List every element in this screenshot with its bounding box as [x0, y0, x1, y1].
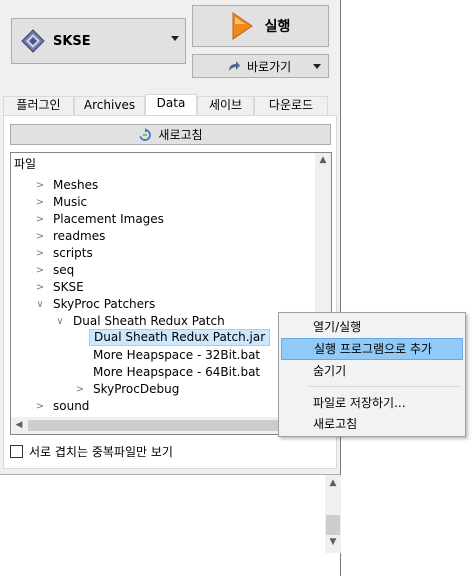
- menu-item-hide[interactable]: 숨기기: [281, 360, 463, 382]
- log-area[interactable]: ▲ ▼: [0, 474, 341, 577]
- chevron-right-icon[interactable]: >: [35, 228, 45, 245]
- scroll-up-icon[interactable]: ▲: [315, 155, 331, 165]
- main-panel: SKSE 실행 바로가기 플러그인 Archives Data 세이브 다운로드…: [0, 0, 341, 577]
- show-conflicts-checkbox[interactable]: 서로 겹치는 중복파일만 보기: [10, 443, 173, 460]
- tab-label: Archives: [83, 98, 136, 112]
- executable-dropdown[interactable]: SKSE: [11, 18, 186, 64]
- menu-item-add-executable[interactable]: 실행 프로그램으로 추가: [281, 338, 463, 360]
- tab-label: 플러그인: [16, 98, 61, 112]
- chevron-right-icon[interactable]: >: [75, 381, 85, 398]
- chevron-down-icon: [313, 64, 321, 69]
- tree-item[interactable]: More Heapspace - 64Bit.bat: [93, 364, 260, 381]
- chevron-right-icon[interactable]: >: [35, 262, 45, 279]
- tab-label: 세이브: [208, 98, 243, 112]
- refresh-button[interactable]: 새로고침: [10, 124, 331, 145]
- tab-archives[interactable]: Archives: [74, 96, 145, 115]
- tree-item[interactable]: Meshes: [53, 177, 98, 194]
- play-triangle-icon: [232, 12, 253, 40]
- tree-item[interactable]: Dual Sheath Redux Patch: [73, 313, 225, 330]
- tab-label: 다운로드: [268, 98, 314, 112]
- shortcut-arrow-icon: [229, 61, 240, 71]
- chevron-down-icon[interactable]: ∨: [35, 296, 45, 313]
- tree-item[interactable]: More Heapspace - 32Bit.bat: [93, 347, 260, 364]
- menu-item-save-to-file[interactable]: 파일로 저장하기...: [281, 392, 463, 414]
- tree-header: 파일: [14, 157, 37, 171]
- tree-item[interactable]: SkyProcDebug: [93, 381, 179, 398]
- menu-item-open-run[interactable]: 열기/실행: [281, 316, 463, 338]
- chevron-right-icon[interactable]: >: [35, 245, 45, 262]
- chevron-right-icon[interactable]: >: [35, 279, 45, 296]
- tree-horizontal-scrollbar[interactable]: ◀: [11, 417, 315, 434]
- tree-item[interactable]: readmes: [53, 228, 105, 245]
- tree-item[interactable]: SkyProc Patchers: [53, 296, 155, 313]
- show-conflicts-label: 서로 겹치는 중복파일만 보기: [29, 445, 173, 459]
- run-button-label: 실행: [264, 19, 291, 35]
- refresh-icon: [139, 127, 152, 141]
- menu-separator: [309, 386, 461, 387]
- tree-item[interactable]: SKSE: [53, 279, 84, 296]
- tree-item[interactable]: seq: [53, 262, 74, 279]
- context-menu: 열기/실행 실행 프로그램으로 추가 숨기기 파일로 저장하기... 새로고침: [278, 312, 466, 437]
- shortcut-button-label: 바로가기: [247, 59, 292, 74]
- chevron-down-icon: [171, 36, 179, 41]
- tree-item[interactable]: Placement Images: [53, 211, 164, 228]
- scroll-up-icon[interactable]: ▲: [325, 478, 341, 488]
- skse-diamond-icon: [21, 29, 45, 53]
- checkbox-box[interactable]: [10, 445, 23, 458]
- scroll-down-icon[interactable]: ▼: [325, 537, 341, 547]
- tree-item[interactable]: Music: [53, 194, 87, 211]
- chevron-right-icon[interactable]: >: [35, 211, 45, 228]
- tab-plugins[interactable]: 플러그인: [3, 96, 74, 115]
- tree-item-selected[interactable]: Dual Sheath Redux Patch.jar: [89, 329, 271, 346]
- tab-data[interactable]: Data: [145, 94, 197, 116]
- log-vertical-scrollbar[interactable]: ▲ ▼: [325, 475, 341, 553]
- scrollbar-thumb[interactable]: [28, 420, 288, 431]
- chevron-right-icon[interactable]: >: [35, 177, 45, 194]
- menu-item-refresh[interactable]: 새로고침: [281, 413, 463, 435]
- tree-item[interactable]: sound: [53, 398, 89, 415]
- scroll-left-icon[interactable]: ◀: [11, 420, 27, 430]
- tree-item[interactable]: scripts: [53, 245, 93, 262]
- run-button[interactable]: 실행: [192, 5, 329, 47]
- scrollbar-thumb[interactable]: [326, 515, 340, 535]
- executable-dropdown-label: SKSE: [53, 33, 91, 49]
- shortcut-button[interactable]: 바로가기: [192, 54, 329, 78]
- chevron-down-icon[interactable]: ∨: [55, 313, 65, 330]
- tab-saves[interactable]: 세이브: [197, 96, 254, 115]
- tab-downloads[interactable]: 다운로드: [254, 96, 328, 115]
- tab-label: Data: [156, 96, 186, 110]
- chevron-right-icon[interactable]: >: [35, 194, 45, 211]
- chevron-right-icon[interactable]: >: [35, 398, 45, 415]
- refresh-button-label: 새로고침: [158, 128, 203, 142]
